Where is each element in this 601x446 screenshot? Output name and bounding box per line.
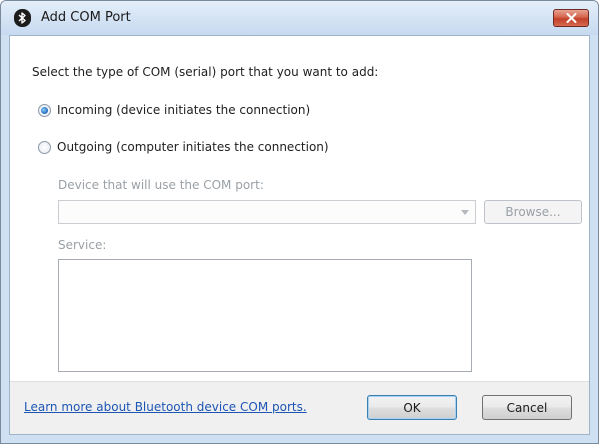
outgoing-option[interactable]: Outgoing (computer initiates the connect… bbox=[38, 140, 329, 154]
incoming-label: Incoming (device initiates the connectio… bbox=[57, 103, 311, 117]
bluetooth-icon bbox=[14, 9, 31, 27]
outgoing-radio[interactable] bbox=[38, 140, 51, 154]
incoming-radio[interactable] bbox=[38, 103, 51, 117]
service-list[interactable] bbox=[58, 259, 472, 372]
dialog-body: Select the type of COM (serial) port tha… bbox=[9, 35, 590, 435]
close-icon bbox=[566, 13, 577, 23]
browse-button[interactable]: Browse... bbox=[484, 200, 582, 224]
device-combobox[interactable] bbox=[58, 200, 476, 224]
device-label: Device that will use the COM port: bbox=[58, 178, 264, 192]
window-title: Add COM Port bbox=[41, 10, 131, 25]
add-com-port-dialog: Add COM Port Select the type of COM (ser… bbox=[0, 0, 599, 444]
dialog-footer: Learn more about Bluetooth device COM po… bbox=[10, 381, 589, 434]
help-link[interactable]: Learn more about Bluetooth device COM po… bbox=[24, 400, 307, 414]
close-button[interactable] bbox=[553, 9, 589, 27]
title-bar[interactable]: Add COM Port bbox=[1, 1, 598, 35]
cancel-button[interactable]: Cancel bbox=[482, 395, 572, 420]
service-label: Service: bbox=[58, 238, 107, 252]
incoming-option[interactable]: Incoming (device initiates the connectio… bbox=[38, 103, 310, 117]
instruction-text: Select the type of COM (serial) port tha… bbox=[32, 65, 379, 79]
chevron-down-icon bbox=[461, 210, 469, 215]
outgoing-label: Outgoing (computer initiates the connect… bbox=[57, 140, 329, 154]
ok-button[interactable]: OK bbox=[367, 395, 457, 420]
